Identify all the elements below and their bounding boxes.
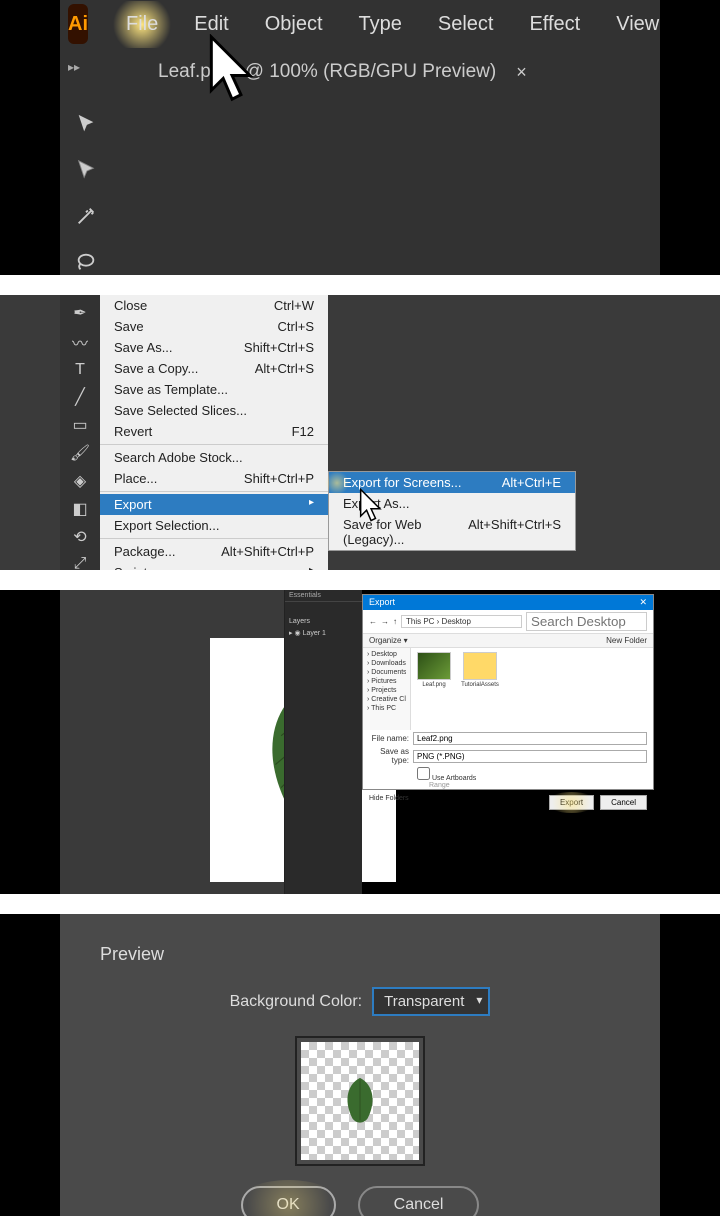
menu-item-export-selection[interactable]: Export Selection... [100,515,328,536]
menu-edit[interactable]: Edit [176,1,246,48]
forward-icon[interactable]: → [381,617,389,626]
sidebar-item-creative-cloud-fi[interactable]: › Creative Cloud Fi [367,695,406,704]
menu-item-save-a-copy[interactable]: Save a Copy...Alt+Ctrl+S [100,358,328,379]
eraser-tool-icon[interactable]: ◧ [69,499,91,519]
tab-bar: Leaf.png* @ 100% (RGB/GPU Preview) × [60,48,660,96]
menu-item-save-selected-slices[interactable]: Save Selected Slices... [100,400,328,421]
close-icon[interactable]: × [516,62,527,83]
menu-view[interactable]: View [598,1,677,48]
saveastype-select[interactable] [413,750,647,763]
menu-item-close[interactable]: CloseCtrl+W [100,295,328,316]
tab-title: Leaf.png* @ 100% (RGB/GPU Preview) [158,61,496,83]
menu-item-place[interactable]: Place...Shift+Ctrl+P [100,468,328,489]
type-tool-icon[interactable]: T [69,361,91,379]
submenu-item-export-for-screens[interactable]: Export for Screens...Alt+Ctrl+E [329,472,575,493]
png-options-dialog: Preview Background Color: Transparent OK… [60,914,660,1216]
export-dialog: Export ✕ ← → ↑ This PC › Desktop Organiz… [362,594,654,790]
menu-select[interactable]: Select [420,1,512,48]
workspace-label[interactable]: Essentials [285,590,362,602]
filename-label: File name: [369,734,413,743]
organize-button[interactable]: Organize ▾ [369,636,408,645]
menu-item-export[interactable]: Export▸ [100,494,328,515]
menu-item-scripts[interactable]: Scripts▸ [100,562,328,570]
dialog-sidebar: › Desktop› Downloads› Documents› Picture… [363,648,411,730]
menu-effect[interactable]: Effect [511,1,598,48]
menu-item-search-adobe-stock[interactable]: Search Adobe Stock... [100,447,328,468]
path-bar: ← → ↑ This PC › Desktop [363,610,653,634]
menu-item-save-as[interactable]: Save As...Shift+Ctrl+S [100,337,328,358]
ok-button[interactable]: OK [241,1186,336,1216]
menu-type[interactable]: Type [341,1,420,48]
export-submenu: Export for Screens...Alt+Ctrl+EExport As… [328,471,576,551]
line-tool-icon[interactable]: ╱ [69,387,91,407]
file-menu-dropdown: CloseCtrl+WSaveCtrl+SSave As...Shift+Ctr… [100,295,328,570]
menu-item-package[interactable]: Package...Alt+Shift+Ctrl+P [100,541,328,562]
rotate-tool-icon[interactable]: ⟲ [69,527,91,547]
menu-object[interactable]: Object [247,1,341,48]
panel-expand-icon[interactable]: ▸▸ [60,56,88,78]
new-folder-button[interactable]: New Folder [606,636,647,645]
menu-item-save-as-template[interactable]: Save as Template... [100,379,328,400]
preview-heading: Preview [100,944,620,965]
shaper-tool-icon[interactable]: ◈ [69,471,91,491]
selection-tool-icon[interactable] [72,110,100,138]
sidebar-item-this-pc[interactable]: › This PC [367,704,406,713]
curvature-tool-icon[interactable]: 〰 [69,331,91,353]
preview-box [295,1036,425,1166]
menu-item-revert[interactable]: RevertF12 [100,421,328,442]
up-icon[interactable]: ↑ [393,617,397,626]
lasso-tool-icon[interactable] [72,248,100,275]
direct-selection-tool-icon[interactable] [72,156,100,184]
submenu-item-export-as[interactable]: Export As... [329,493,575,514]
magic-wand-tool-icon[interactable] [72,202,100,230]
sidebar-item-downloads[interactable]: › Downloads [367,659,406,668]
close-icon[interactable]: ✕ [639,597,647,608]
scale-tool-icon[interactable]: ⤢ [69,555,91,570]
document-tab[interactable]: Leaf.png* @ 100% (RGB/GPU Preview) × [144,53,541,91]
sidebar-item-desktop[interactable]: › Desktop [367,650,406,659]
dialog-title: Export [369,597,395,608]
panel-file-menu: Ai FileEditObjectTypeSelectEffectView ▸▸… [0,0,720,275]
saveastype-label: Save as type: [369,747,413,765]
bg-color-select[interactable]: Transparent [372,987,490,1016]
rectangle-tool-icon[interactable]: ▭ [69,415,91,435]
use-artboards-checkbox[interactable] [417,767,430,780]
layer-row[interactable]: ▸ ◉ Layer 1 [285,627,362,639]
sidebar-item-documents[interactable]: › Documents [367,668,406,677]
file-list: Leaf.pngTutorialAssets [411,648,653,730]
panel-export-dialog: Essentials Layers ▸ ◉ Layer 1 Export ✕ ←… [0,590,720,894]
submenu-item-save-for-web-legacy[interactable]: Save for Web (Legacy)...Alt+Shift+Ctrl+S [329,514,575,550]
export-button[interactable]: Export [549,795,594,810]
tools-panel: ✒ 〰 T ╱ ▭ 🖌 ◈ ◧ ⟲ ⤢ ⇔ ✦ ◉ [60,295,100,570]
sidebar-item-projects[interactable]: › Projects [367,686,406,695]
cancel-button[interactable]: Cancel [358,1186,480,1216]
file-leaf-png[interactable]: Leaf.png [415,652,453,688]
bg-color-label: Background Color: [230,993,363,1011]
sidebar-item-pictures[interactable]: › Pictures [367,677,406,686]
leaf-thumbnail [340,1076,380,1126]
menu-item-save[interactable]: SaveCtrl+S [100,316,328,337]
back-icon[interactable]: ← [369,617,377,626]
search-input[interactable] [526,612,647,631]
menubar: Ai FileEditObjectTypeSelectEffectView [60,0,660,48]
pen-tool-icon[interactable]: ✒ [69,303,91,323]
hide-folders-link[interactable]: Hide Folders [369,795,409,810]
panel-export-submenu: ✒ 〰 T ╱ ▭ 🖌 ◈ ◧ ⟲ ⤢ ⇔ ✦ ◉ CloseCtrl+WSav… [0,295,720,570]
cancel-button[interactable]: Cancel [600,795,647,810]
filename-input[interactable] [413,732,647,745]
file-tutorialassets[interactable]: TutorialAssets [461,652,499,688]
tools-panel [60,96,112,275]
right-panels: Essentials Layers ▸ ◉ Layer 1 [284,590,362,894]
brush-tool-icon[interactable]: 🖌 [69,443,91,463]
app-logo: Ai [68,4,88,44]
path-text[interactable]: This PC › Desktop [401,615,522,628]
panel-preview-dialog: Preview Background Color: Transparent OK… [0,914,720,1216]
menu-file[interactable]: File [108,1,176,48]
layers-panel-tab[interactable]: Layers [285,616,362,627]
dialog-titlebar: Export ✕ [363,595,653,610]
